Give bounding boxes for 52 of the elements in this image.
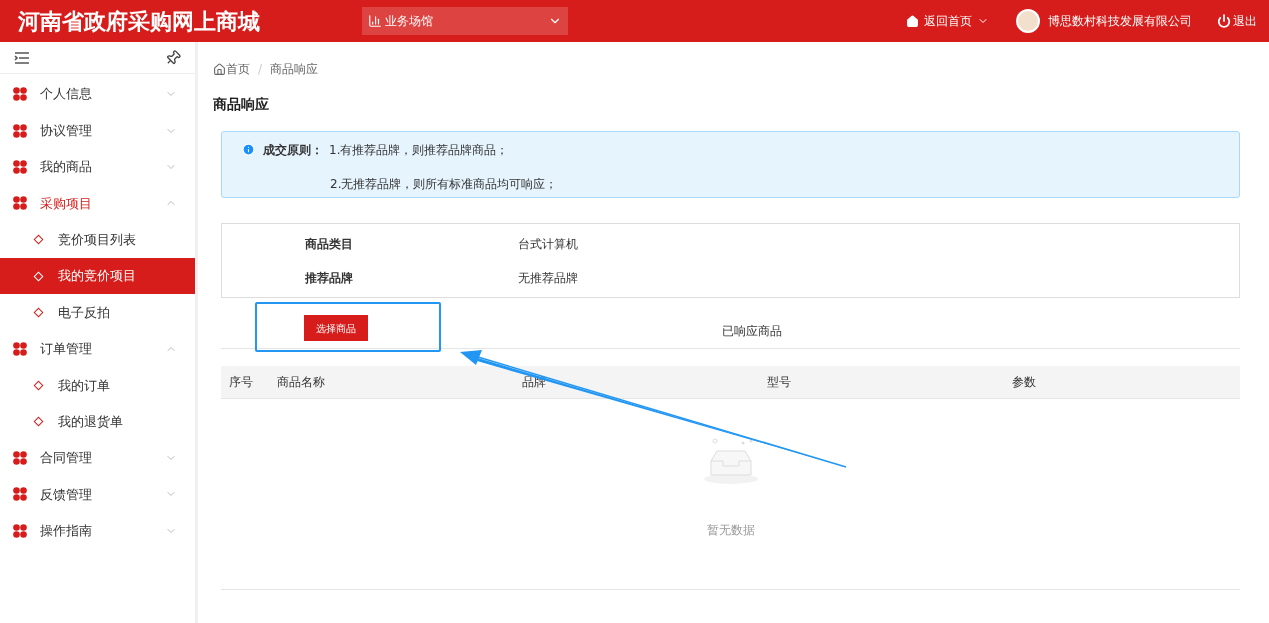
notice-text: 2.无推荐品牌，则所有标准商品均可响应；: [330, 176, 558, 193]
empty-inbox-icon: [702, 437, 759, 485]
breadcrumb-link[interactable]: 首页: [213, 60, 250, 78]
info-label: 推荐品牌: [305, 269, 354, 287]
clover-icon: [13, 123, 27, 138]
info-value: 无推荐品牌: [518, 269, 578, 287]
sidebar-subitem[interactable]: 我的订单: [0, 367, 195, 404]
sidebar-item[interactable]: 合同管理: [0, 439, 195, 477]
page-title: 商品响应: [213, 95, 270, 114]
sidebar-item[interactable]: 个人信息: [0, 76, 195, 113]
notice-text: 1.有推荐品牌，则推荐品牌商品；: [329, 142, 510, 159]
sidebar-item[interactable]: 操作指南: [0, 512, 195, 550]
home-icon: [213, 62, 226, 76]
clover-icon: [13, 196, 27, 211]
select-product-button[interactable]: 选择商品: [304, 315, 368, 341]
home-icon: [906, 14, 919, 28]
home-link[interactable]: 返回首页: [906, 12, 989, 30]
info-icon: [242, 143, 255, 156]
sidebar-subitem[interactable]: 电子反拍: [0, 294, 195, 331]
sidebar-item[interactable]: 反馈管理: [0, 476, 195, 513]
bar-chart-icon: [368, 14, 382, 28]
clover-icon: [13, 487, 27, 502]
empty-text: 暂无数据: [706, 522, 755, 539]
breadcrumb-current: 商品响应: [270, 61, 319, 78]
breadcrumb-separator: /: [258, 61, 263, 78]
venue-select[interactable]: 业务场馆: [362, 7, 568, 35]
clover-icon: [13, 341, 27, 356]
power-icon: [1217, 14, 1231, 28]
info-label: 商品类目: [305, 235, 354, 253]
sidebar-item[interactable]: 采购项目: [0, 185, 195, 222]
avatar-icon: [1016, 9, 1040, 33]
site-title: 河南省政府采购网上商城: [18, 6, 261, 36]
sidebar-subitem[interactable]: 我的退货单: [0, 403, 195, 440]
column-header: 型号: [767, 374, 792, 391]
sidebar-item[interactable]: 订单管理: [0, 330, 195, 368]
sidebar-item[interactable]: 我的商品: [0, 148, 195, 186]
company-name[interactable]: 博思数村科技发展有限公司: [1048, 12, 1192, 30]
clover-icon: [13, 451, 27, 466]
column-header: 商品名称: [277, 374, 326, 391]
column-header: 参数: [1012, 374, 1036, 391]
sidebar-subitem[interactable]: 我的竞价项目: [0, 257, 195, 295]
sidebar-subitem[interactable]: 竞价项目列表: [0, 221, 195, 258]
clover-icon: [13, 159, 27, 174]
responded-tab[interactable]: 已响应商品: [721, 322, 782, 348]
menu-icon[interactable]: [14, 51, 30, 64]
clover-icon: [13, 87, 27, 102]
notice-label: 成交原则：: [263, 142, 324, 159]
sidebar-item[interactable]: 协议管理: [0, 112, 195, 149]
logout-link[interactable]: 退出: [1217, 12, 1257, 30]
column-header: 序号: [229, 374, 254, 391]
info-value: 台式计算机: [518, 235, 578, 253]
clover-icon: [13, 523, 27, 538]
